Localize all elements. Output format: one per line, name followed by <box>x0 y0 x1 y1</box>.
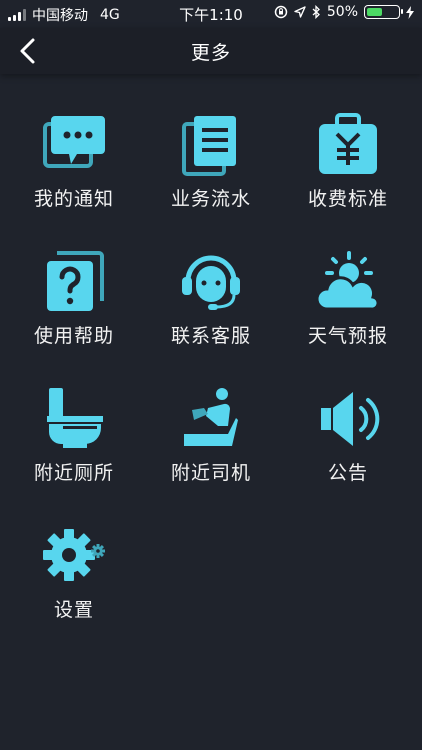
navigation-bar: 更多 <box>0 28 422 74</box>
toilet-icon <box>47 388 103 448</box>
menu-item-label: 联系客服 <box>170 325 251 347</box>
settings-icon <box>43 529 105 581</box>
menu-item-label: 使用帮助 <box>33 325 114 347</box>
menu-item-help[interactable]: 使用帮助 <box>14 237 134 357</box>
fee-standard-icon <box>319 113 377 174</box>
driver-icon <box>184 388 238 446</box>
status-bar: 中国移动 4G 下午1:10 50% <box>0 0 422 28</box>
menu-item-nearby-toilet[interactable]: 附近厕所 <box>14 374 134 494</box>
menu-item-label: 附近司机 <box>170 462 251 484</box>
battery-fill <box>367 8 382 16</box>
status-right: 50% <box>274 4 414 20</box>
menu-item-label: 天气预报 <box>307 325 388 347</box>
orientation-lock-icon <box>274 5 288 19</box>
customer-service-icon <box>182 255 240 310</box>
weather-icon <box>315 251 380 311</box>
location-icon <box>294 6 306 18</box>
charging-icon <box>406 5 414 19</box>
menu-item-customer-service[interactable]: 联系客服 <box>151 237 271 357</box>
menu-item-label: 我的通知 <box>33 188 114 210</box>
menu-item-nearby-driver[interactable]: 附近司机 <box>151 374 271 494</box>
menu-item-weather[interactable]: 天气预报 <box>288 237 408 357</box>
menu-item-label: 设置 <box>53 599 94 621</box>
page-title: 更多 <box>190 42 231 64</box>
battery-icon <box>364 5 403 19</box>
bluetooth-icon <box>312 5 320 19</box>
menu-item-notifications[interactable]: 我的通知 <box>14 100 134 220</box>
menu-item-label: 业务流水 <box>170 188 251 210</box>
menu-item-label: 附近厕所 <box>33 462 114 484</box>
menu-item-label: 收费标准 <box>307 188 388 210</box>
help-icon <box>47 251 104 311</box>
menu-item-announcement[interactable]: 公告 <box>288 374 408 494</box>
menu-item-business-record[interactable]: 业务流水 <box>151 100 271 220</box>
menu-item-settings[interactable]: 设置 <box>14 511 134 631</box>
menu-item-fee-standard[interactable]: 收费标准 <box>288 100 408 220</box>
battery-percent: 50% <box>326 4 358 20</box>
announcement-icon <box>321 392 380 446</box>
business-record-icon <box>182 116 236 176</box>
menu-item-label: 公告 <box>327 462 368 484</box>
notification-icon <box>43 116 105 168</box>
